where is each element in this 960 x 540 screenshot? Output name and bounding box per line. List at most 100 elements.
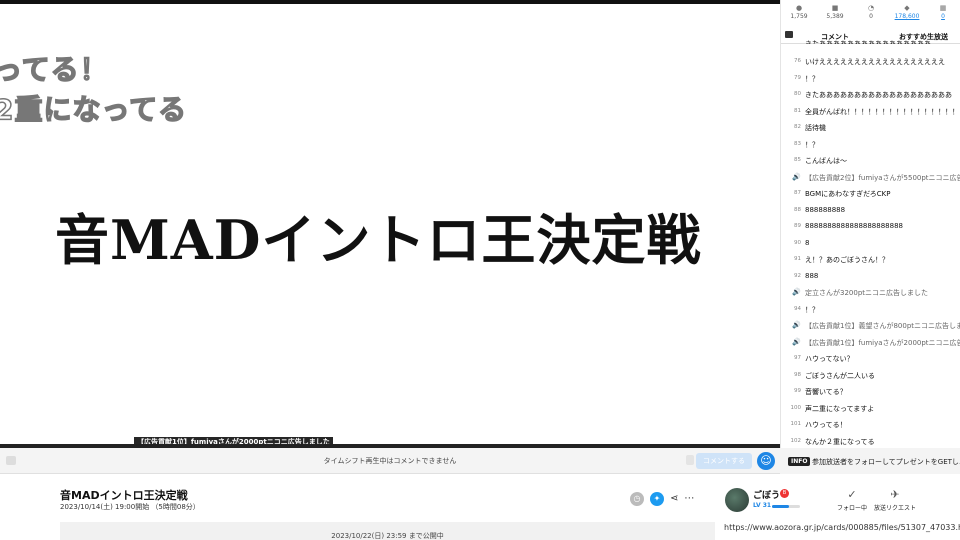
- comment-text: 全員がんばれ！！！！！！！！！！！！！！！！！！: [805, 107, 960, 116]
- comment-row[interactable]: 102 なんか２重になってる: [781, 434, 960, 449]
- person-icon: ●: [795, 4, 803, 12]
- comment-list-clip: [805, 44, 960, 48]
- comment-number: 97: [794, 355, 801, 361]
- comment-row[interactable]: 94 ！？: [781, 302, 960, 319]
- comment-list[interactable]: きたああああああああああああああああ76いけええええええええええええええええええ…: [781, 40, 960, 449]
- program-actions: ◷ ✦ ⋖ ⋯: [630, 492, 694, 506]
- ad-icon: ◔: [867, 4, 875, 12]
- comment-row[interactable]: 82 話待機: [781, 120, 960, 137]
- comment-panel-icon[interactable]: [785, 31, 793, 38]
- comment-text: 【広告貢献1位】義望さんが800ptニコニ広告しました: [805, 322, 960, 330]
- comment-text: 【広告貢献2位】fumiyaさんが5500ptニコニ広告しました: [805, 173, 960, 182]
- comment-number: 99: [794, 388, 801, 394]
- comment-number: 76: [794, 58, 801, 64]
- comment-bar: タイムシフト再生中はコメントできません コメントする ☺: [0, 448, 780, 474]
- video-player[interactable]: ってる！ 2重になってる 音MADイントロ王決定戦 【広告貢献1位】fumiya…: [0, 0, 780, 446]
- program-date: 2023/10/14(土) 19:00開始 （5時間08分）: [60, 503, 200, 511]
- request-button[interactable]: ✈ 放送リクエスト: [872, 488, 918, 512]
- comment-text: 声二重になってますよ: [805, 404, 875, 413]
- comment-row[interactable]: 88 888888888: [781, 203, 960, 220]
- system-comment-row[interactable]: 🔊 【広告貢献2位】fumiyaさんが5500ptニコニ広告しました: [781, 170, 960, 187]
- comment-row[interactable]: 99 音響いてる？: [781, 384, 960, 401]
- clock-icon[interactable]: ◷: [630, 492, 644, 506]
- comment-row[interactable]: 80 きたあああああああああああああああああああ: [781, 87, 960, 104]
- comment-text: こんばんは～: [805, 157, 847, 165]
- video-title-text: 音MADイントロ王決定戦: [55, 208, 702, 272]
- request-label: 放送リクエスト: [873, 505, 916, 512]
- comment-number: 92: [794, 272, 801, 279]
- info-text[interactable]: 参加放送者をフォローしてプレゼントをGETしよ…: [812, 457, 960, 467]
- twitter-icon[interactable]: ✦: [650, 492, 664, 506]
- info-strip: INFO 参加放送者をフォローしてプレゼントをGETしよ…: [780, 448, 960, 474]
- program-title: 音MADイントロ王決定戦: [60, 489, 188, 502]
- stat-comment: ■ 5,389: [817, 4, 853, 28]
- comment-row[interactable]: 89 8888888888888888888888: [781, 219, 960, 236]
- comment-number: 94: [794, 305, 801, 312]
- public-period-box: 2023/10/22(日) 23:59 まで公開中: [60, 522, 715, 540]
- comment-row[interactable]: 85 こんばんは～: [781, 153, 960, 170]
- avatar[interactable]: [725, 488, 749, 512]
- comment-number: 83: [794, 140, 801, 147]
- speaker-icon: 🔊: [792, 288, 801, 296]
- comment-number: 91: [794, 256, 801, 262]
- stat-gift[interactable]: ◆ 178,600: [889, 4, 925, 28]
- comment-text: ハウってない？: [805, 355, 854, 363]
- floating-comment: ってる！: [0, 52, 109, 87]
- comment-row[interactable]: 101 ハウってる！: [781, 417, 960, 434]
- side-panel: ●1,759■5,389◔0◆178,600▦0 コメント おすすめ生放送 きた…: [780, 0, 960, 448]
- comment-icon: ■: [831, 4, 839, 12]
- speaker-icon: 🔊: [792, 321, 801, 329]
- system-comment-row[interactable]: 🔊 定立さんが3200ptニコニ広告しました: [781, 285, 960, 302]
- speaker-icon: 🔊: [792, 172, 801, 181]
- comment-text: 音響いてる？: [805, 388, 847, 396]
- comment-text: 話待機: [805, 124, 826, 132]
- stat-calendar[interactable]: ▦ 0: [925, 4, 960, 28]
- follow-button[interactable]: ✓ フォロー中: [836, 488, 868, 512]
- app-root: ってる！ 2重になってる 音MADイントロ王決定戦 【広告貢献1位】fumiya…: [0, 0, 960, 540]
- comment-row[interactable]: 98 ごぼうさんが二人いる: [781, 368, 960, 385]
- level-progress-fill: [772, 505, 789, 508]
- comment-row[interactable]: 90 8: [781, 236, 960, 253]
- system-comment-row[interactable]: 🔊 【広告貢献1位】fumiyaさんが2000ptニコニ広告しました: [781, 335, 960, 352]
- system-comment-row[interactable]: 🔊 【広告貢献1位】義望さんが800ptニコニ広告しました: [781, 318, 960, 335]
- owner-badge-icon: B: [780, 489, 789, 498]
- comment-text: え！？あのごぼうさん！？: [805, 256, 889, 264]
- calendar-icon: ▦: [939, 4, 947, 12]
- share-icon[interactable]: ⋖: [670, 492, 678, 506]
- comment-row[interactable]: 83 ！？: [781, 137, 960, 154]
- stat-value: 178,600: [894, 13, 920, 20]
- request-icon: ✈: [890, 488, 900, 501]
- command-icon[interactable]: [686, 455, 694, 465]
- floating-comment: 2重になってる: [0, 92, 188, 127]
- comment-text: きたあああああああああああああああああああ: [805, 91, 952, 99]
- comment-row[interactable]: 81 全員がんばれ！！！！！！！！！！！！！！！！！！: [781, 104, 960, 121]
- comment-text: 8888888888888888888888: [805, 222, 903, 230]
- stat-value: 1,759: [790, 13, 808, 20]
- stat-ad: ◔ 0: [853, 4, 889, 28]
- comment-number: 90: [794, 239, 801, 246]
- more-icon[interactable]: ⋯: [684, 492, 694, 506]
- comment-number: 101: [790, 421, 802, 427]
- comment-row[interactable]: 91 え！？あのごぼうさん！？: [781, 252, 960, 269]
- comment-row[interactable]: 79 ！？: [781, 71, 960, 88]
- send-comment-button[interactable]: コメントする: [696, 453, 752, 469]
- comment-number: 80: [794, 91, 801, 97]
- comment-row[interactable]: 97 ハウってない？: [781, 351, 960, 368]
- comment-number: 81: [794, 107, 801, 114]
- owner-name[interactable]: ごぼう: [753, 488, 780, 501]
- comment-row[interactable]: 87 BGMにあわなすぎだろCKP: [781, 186, 960, 203]
- comment-row[interactable]: 76 いけええええええええええええええええええ: [781, 54, 960, 71]
- comment-number: 87: [794, 190, 801, 196]
- description-url[interactable]: https://www.aozora.gr.jp/cards/000885/fi…: [724, 522, 960, 534]
- check-icon: ✓: [847, 488, 857, 501]
- comment-text: ハウってる！: [805, 421, 847, 429]
- stat-value: 0: [869, 13, 873, 20]
- stat-value: 0: [941, 13, 945, 20]
- emoji-icon[interactable]: ☺: [757, 452, 775, 470]
- comment-number: 102: [790, 437, 802, 444]
- comment-number: 88: [794, 206, 801, 213]
- speaker-icon: 🔊: [792, 337, 801, 346]
- comment-row[interactable]: 100 声二重になってますよ: [781, 401, 960, 418]
- comment-row[interactable]: 92 888: [781, 269, 960, 286]
- public-period-text: 2023/10/22(日) 23:59 まで公開中: [331, 532, 444, 540]
